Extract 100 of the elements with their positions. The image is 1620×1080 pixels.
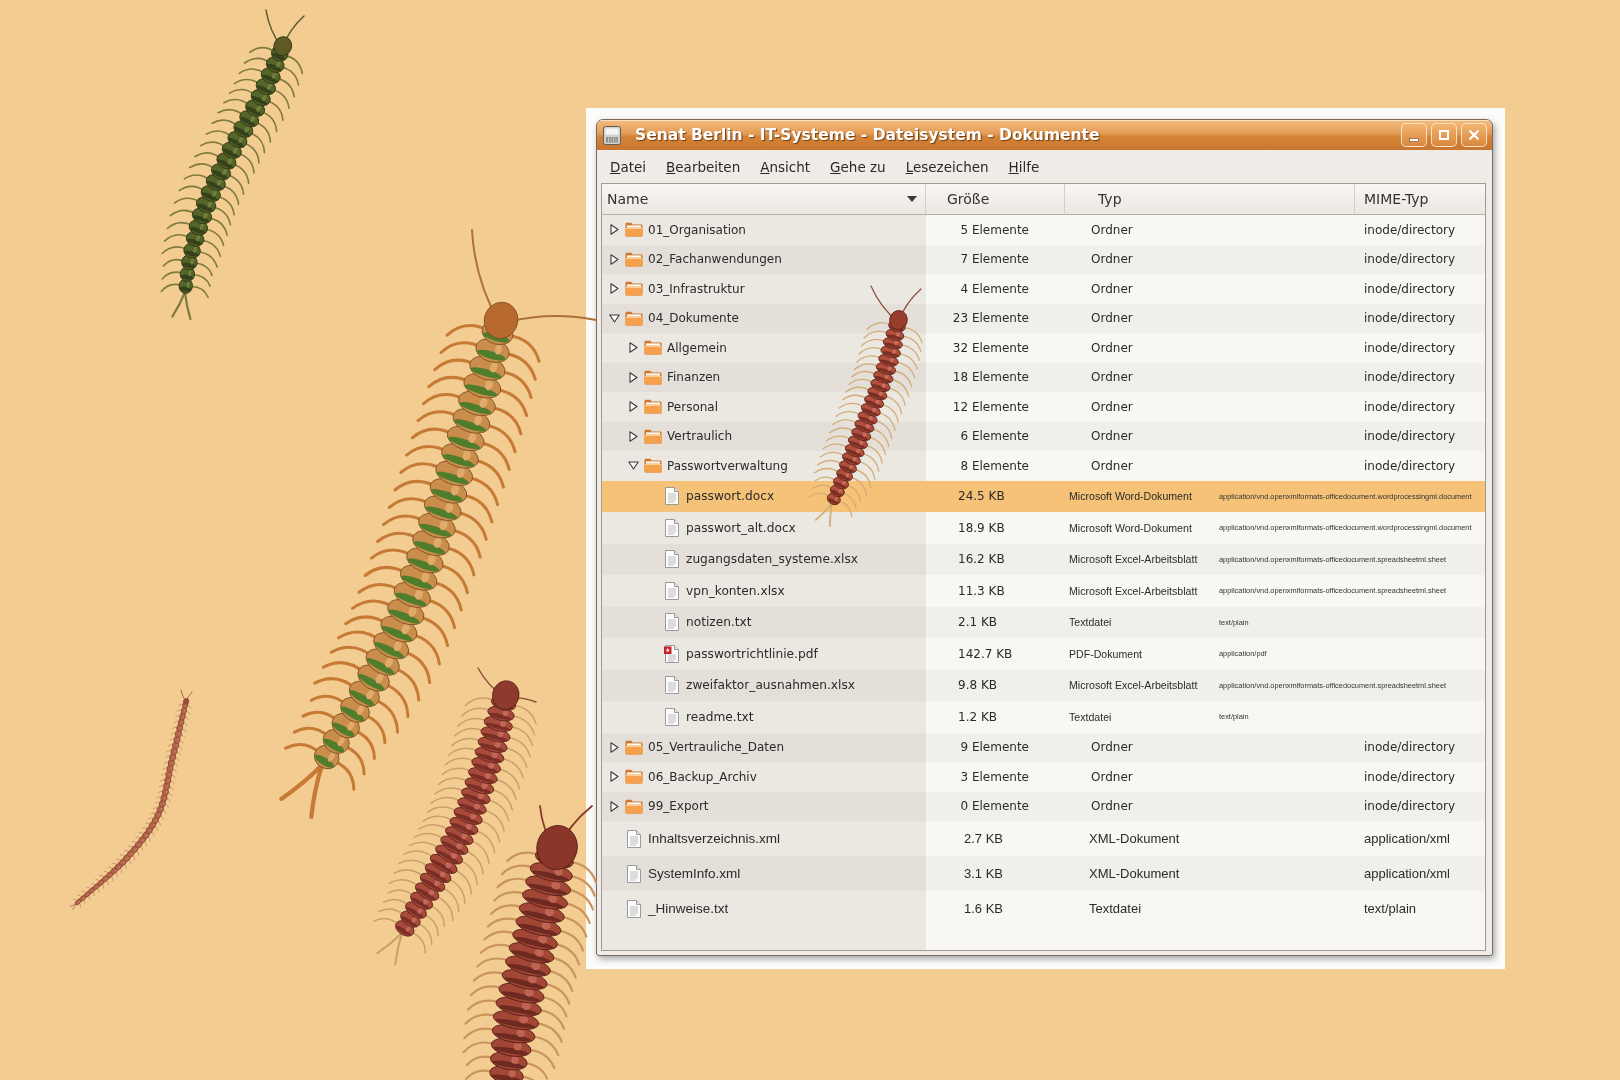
folder-icon — [644, 399, 662, 415]
document-icon — [665, 518, 679, 537]
minimize-icon — [1409, 137, 1419, 142]
file-type: Ordner — [1091, 370, 1133, 385]
tree-row[interactable]: Finanzen 18 Elemente Ordner inode/directory — [602, 362, 1485, 392]
tree-row[interactable]: 04_Dokumente 23 Elemente Ordner inode/directory — [602, 303, 1485, 333]
tree-row[interactable]: SystemInfo.xml 3.1 KB XML-Dokument application/xml — [602, 856, 1485, 891]
mime-type: inode/directory — [1364, 458, 1455, 473]
caret-right-icon[interactable] — [609, 800, 619, 812]
document-icon — [627, 829, 641, 848]
folder-name: 06_Backup_Archiv — [648, 769, 757, 784]
file-type: Textdatei — [1069, 710, 1112, 723]
document-icon — [665, 487, 679, 506]
menu-item[interactable]: Bearbeiten — [656, 153, 751, 180]
file-size: 2.7 KB — [964, 831, 1004, 846]
caret-right-icon[interactable] — [609, 253, 619, 265]
folder-name: Personal — [667, 399, 718, 414]
file-size: 16.2 KB — [958, 552, 1005, 567]
folder-icon — [644, 428, 662, 444]
menu-item[interactable]: Datei — [600, 153, 657, 180]
tree-row[interactable]: 99_Export 0 Elemente Ordner inode/directory — [602, 791, 1485, 821]
caret-right-icon[interactable] — [609, 771, 619, 783]
close-icon — [1469, 130, 1479, 140]
caret-right-icon[interactable] — [609, 283, 619, 295]
item-count: 0 Elemente — [960, 799, 1029, 814]
file-type: XML-Dokument — [1089, 831, 1180, 846]
folder-icon — [644, 340, 662, 356]
tree-row[interactable]: 05_Vertrauliche_Daten 9 Elemente Ordner inode/directory — [602, 732, 1485, 762]
caret-right-icon[interactable] — [609, 224, 619, 236]
mime-type: inode/directory — [1364, 370, 1455, 385]
tree-row[interactable]: 06_Backup_Archiv 3 Elemente Ordner inode/directory — [602, 762, 1485, 792]
column-header[interactable]: MIME-Typ — [1355, 184, 1485, 214]
file-type: Ordner — [1091, 799, 1133, 814]
file-name: passwort.docx — [686, 489, 775, 504]
file-name: zweifaktor_ausnahmen.xlsx — [686, 678, 855, 693]
file-type: Ordner — [1091, 458, 1133, 473]
tree-row[interactable]: 03_Infrastruktur 4 Elemente Ordner inode/directory — [602, 274, 1485, 304]
item-count: 18 Elemente — [952, 370, 1029, 385]
file-size: 24.5 KB — [958, 489, 1005, 504]
document-icon — [627, 864, 641, 883]
document-icon — [665, 581, 679, 600]
tree-row[interactable]: 01_Organisation 5 Elemente Ordner inode/directory — [602, 215, 1485, 245]
tree-row[interactable]: Vertraulich 6 Elemente Ordner inode/directory — [602, 421, 1485, 451]
mime-type: inode/directory — [1364, 311, 1455, 326]
folder-name: 02_Fachanwendungen — [648, 252, 782, 267]
column-header[interactable]: Größe — [926, 184, 1065, 214]
folder-icon — [625, 310, 643, 326]
caret-right-icon[interactable] — [628, 430, 638, 442]
mime-type: inode/directory — [1364, 769, 1455, 784]
file-name: Inhaltsverzeichnis.xml — [648, 831, 781, 846]
file-size: 2.1 KB — [958, 615, 997, 630]
column-header[interactable]: Name — [602, 184, 926, 214]
file-type: Ordner — [1091, 222, 1133, 237]
tree-row[interactable]: Personal 12 Elemente Ordner inode/directory — [602, 392, 1485, 422]
folder-name: 04_Dokumente — [648, 311, 739, 326]
column-header[interactable]: Typ — [1065, 184, 1355, 214]
tree-row[interactable]: Allgemein 32 Elemente Ordner inode/directory — [602, 333, 1485, 363]
file-size: 142.7 KB — [958, 646, 1013, 661]
window-title: Senat Berlin - IT-Systeme - Dateisystem - Dokumente — [635, 126, 1101, 144]
caret-right-icon[interactable] — [628, 401, 638, 413]
item-count: 9 Elemente — [960, 740, 1029, 755]
menu-item[interactable]: Gehe zu — [820, 153, 896, 180]
folder-icon — [625, 251, 643, 267]
folder-name: Vertraulich — [667, 429, 733, 444]
item-count: 5 Elemente — [960, 222, 1029, 237]
minimize-button[interactable] — [1401, 123, 1427, 147]
tree-row[interactable]: 02_Fachanwendungen 7 Elemente Ordner inode/directory — [602, 244, 1485, 274]
caret-right-icon[interactable] — [628, 371, 638, 383]
caret-right-icon[interactable] — [628, 342, 638, 354]
caret-right-icon[interactable] — [609, 741, 619, 753]
mime-type: inode/directory — [1364, 340, 1455, 355]
menu-item[interactable]: Ansicht — [750, 153, 821, 180]
folder-name: Passwortverwaltung — [667, 458, 788, 473]
file-type: Ordner — [1091, 252, 1133, 267]
file-type: XML-Dokument — [1089, 866, 1180, 881]
file-size: 9.8 KB — [958, 678, 997, 693]
caret-down-icon[interactable] — [608, 313, 620, 323]
folder-name: Allgemein — [667, 340, 727, 355]
close-button[interactable] — [1461, 123, 1487, 147]
file-type: Textdatei — [1069, 616, 1112, 629]
tree-row[interactable]: Inhaltsverzeichnis.xml 2.7 KB XML-Dokument application/xml — [602, 821, 1485, 856]
menu-item[interactable]: Hilfe — [998, 153, 1050, 180]
tree-row[interactable]: _Hinweise.txt 1.6 KB Textdatei text/plain — [602, 891, 1485, 926]
item-count: 8 Elemente — [960, 458, 1029, 473]
menu-item[interactable]: Lesezeichen — [895, 153, 999, 180]
folder-icon — [625, 739, 643, 755]
file-size: 1.2 KB — [958, 709, 997, 724]
file-type: Microsoft Excel-Arbeitsblatt — [1069, 679, 1198, 692]
mime-type: inode/directory — [1364, 252, 1455, 267]
item-count: 12 Elemente — [952, 399, 1029, 414]
folder-icon — [625, 281, 643, 297]
file-type: Microsoft Excel-Arbeitsblatt — [1069, 553, 1198, 566]
caret-down-icon[interactable] — [627, 461, 639, 471]
file-size: 11.3 KB — [958, 583, 1005, 598]
file-type: Ordner — [1091, 740, 1133, 755]
folder-icon — [625, 798, 643, 814]
file-size: 1.6 KB — [964, 901, 1004, 916]
mime-type: inode/directory — [1364, 429, 1455, 444]
tree-row[interactable]: Passwortverwaltung 8 Elemente Ordner inode/directory — [602, 451, 1485, 481]
maximize-button[interactable] — [1431, 123, 1457, 147]
